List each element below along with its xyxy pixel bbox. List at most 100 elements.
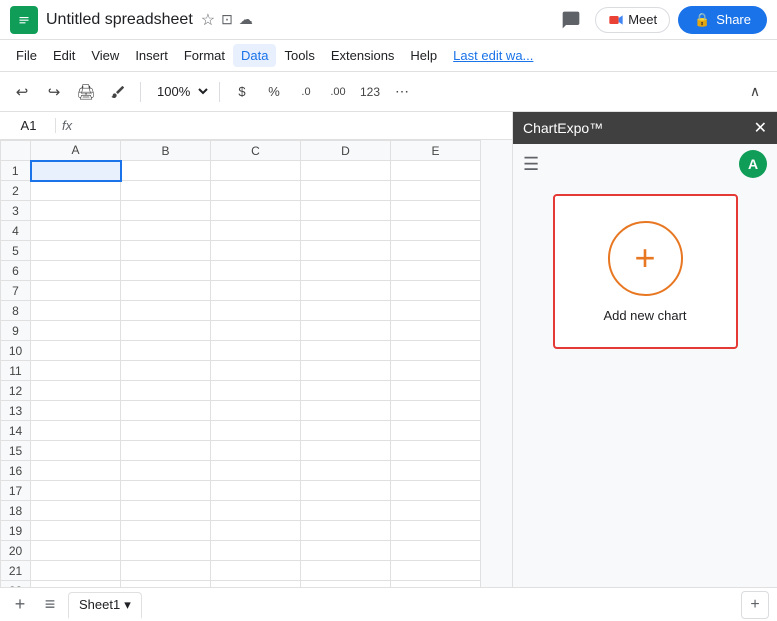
cell[interactable]: [391, 581, 481, 588]
cell[interactable]: [121, 381, 211, 401]
cell[interactable]: [121, 521, 211, 541]
menu-data[interactable]: Data: [233, 44, 276, 67]
cell[interactable]: [391, 401, 481, 421]
cell[interactable]: [301, 181, 391, 201]
cell[interactable]: [121, 541, 211, 561]
cell[interactable]: [301, 201, 391, 221]
cell[interactable]: [391, 321, 481, 341]
cell[interactable]: [301, 381, 391, 401]
menu-help[interactable]: Help: [402, 44, 445, 67]
cell[interactable]: [301, 221, 391, 241]
cell[interactable]: [121, 241, 211, 261]
cell[interactable]: [31, 281, 121, 301]
hamburger-icon[interactable]: ☰: [523, 154, 539, 175]
menu-tools[interactable]: Tools: [276, 44, 322, 67]
menu-format[interactable]: Format: [176, 44, 233, 67]
cell-reference-input[interactable]: [6, 118, 56, 133]
cell[interactable]: [301, 421, 391, 441]
cell[interactable]: [211, 281, 301, 301]
cell[interactable]: [31, 161, 121, 181]
cell[interactable]: [121, 421, 211, 441]
decimal-more-button[interactable]: .00: [324, 78, 352, 106]
cell[interactable]: [391, 521, 481, 541]
print-button[interactable]: 🖨: [72, 78, 100, 106]
add-new-chart-card[interactable]: + Add new chart: [553, 194, 738, 349]
cell[interactable]: [211, 181, 301, 201]
menu-file[interactable]: File: [8, 44, 45, 67]
cell[interactable]: [391, 301, 481, 321]
collapse-toolbar-button[interactable]: ∧: [741, 78, 769, 106]
cell[interactable]: [31, 321, 121, 341]
cell[interactable]: [211, 301, 301, 321]
cell[interactable]: [211, 461, 301, 481]
cell[interactable]: [301, 361, 391, 381]
drive-icon[interactable]: ⊡: [221, 11, 233, 28]
cell[interactable]: [301, 161, 391, 181]
cell[interactable]: [301, 501, 391, 521]
cell[interactable]: [211, 581, 301, 588]
chat-button[interactable]: [555, 4, 587, 36]
cell[interactable]: [391, 501, 481, 521]
cell[interactable]: [211, 501, 301, 521]
cell[interactable]: [391, 341, 481, 361]
cell[interactable]: [211, 401, 301, 421]
cell[interactable]: [31, 521, 121, 541]
cell[interactable]: [301, 521, 391, 541]
cell[interactable]: [301, 461, 391, 481]
cell[interactable]: [391, 361, 481, 381]
cell[interactable]: [301, 321, 391, 341]
add-sheet-right-button[interactable]: +: [741, 591, 769, 619]
cell[interactable]: [31, 401, 121, 421]
cell[interactable]: [301, 281, 391, 301]
share-button[interactable]: 🔒 Share: [678, 6, 767, 34]
meet-button[interactable]: Meet: [595, 7, 670, 33]
cell[interactable]: [31, 201, 121, 221]
cell[interactable]: [121, 441, 211, 461]
cell[interactable]: [121, 481, 211, 501]
format-paint-button[interactable]: [104, 78, 132, 106]
undo-button[interactable]: ↩: [8, 78, 36, 106]
cell[interactable]: [121, 341, 211, 361]
cell[interactable]: [31, 441, 121, 461]
decimal-less-button[interactable]: .0: [292, 78, 320, 106]
cell[interactable]: [301, 561, 391, 581]
formula-input[interactable]: [78, 118, 506, 133]
cell[interactable]: [211, 521, 301, 541]
cell[interactable]: [31, 561, 121, 581]
star-icon[interactable]: ☆: [201, 10, 215, 30]
cell[interactable]: [211, 341, 301, 361]
cell[interactable]: [301, 441, 391, 461]
cell[interactable]: [31, 381, 121, 401]
cell[interactable]: [121, 401, 211, 421]
cell[interactable]: [31, 301, 121, 321]
cell[interactable]: [391, 181, 481, 201]
cell[interactable]: [391, 461, 481, 481]
cell[interactable]: [211, 221, 301, 241]
cell[interactable]: [121, 461, 211, 481]
cell[interactable]: [31, 481, 121, 501]
cell[interactable]: [121, 321, 211, 341]
cell[interactable]: [121, 221, 211, 241]
cell[interactable]: [301, 481, 391, 501]
col-header-E[interactable]: E: [391, 141, 481, 161]
cell[interactable]: [211, 321, 301, 341]
cell[interactable]: [301, 581, 391, 588]
cell[interactable]: [121, 561, 211, 581]
cell[interactable]: [391, 381, 481, 401]
cell[interactable]: [31, 501, 121, 521]
cell[interactable]: [391, 221, 481, 241]
cell[interactable]: [301, 261, 391, 281]
cell[interactable]: [121, 261, 211, 281]
col-header-D[interactable]: D: [301, 141, 391, 161]
cell[interactable]: [391, 421, 481, 441]
cell[interactable]: [31, 181, 121, 201]
menu-extensions[interactable]: Extensions: [323, 44, 403, 67]
cell[interactable]: [121, 361, 211, 381]
cell[interactable]: [31, 421, 121, 441]
cell[interactable]: [121, 281, 211, 301]
cell[interactable]: [391, 281, 481, 301]
menu-insert[interactable]: Insert: [127, 44, 176, 67]
cell[interactable]: [211, 161, 301, 181]
number-format-button[interactable]: 123: [356, 78, 384, 106]
cell[interactable]: [211, 481, 301, 501]
